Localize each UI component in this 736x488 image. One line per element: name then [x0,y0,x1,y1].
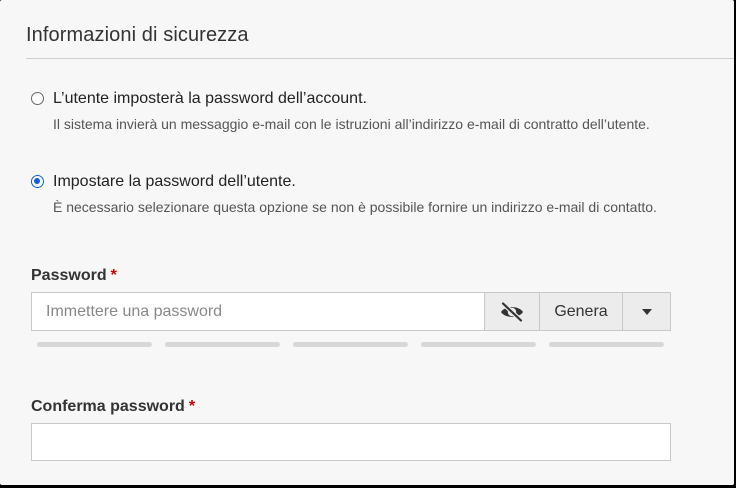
password-input-group: Genera [31,292,671,331]
option-description: È necessario selezionare questa opzione … [53,199,657,215]
strength-segment [293,342,408,347]
password-input[interactable] [32,293,484,330]
confirm-password-input[interactable] [31,423,671,461]
title-divider [26,58,734,59]
option-user-sets-password[interactable]: L’utente imposterà la password dell’acco… [31,89,673,135]
option-label[interactable]: L’utente imposterà la password dell’acco… [53,89,673,109]
confirm-password-label: Conferma password * [31,398,195,416]
generate-options-button[interactable] [622,293,670,330]
toggle-visibility-button[interactable] [484,293,539,330]
strength-segment [165,342,280,347]
option-label[interactable]: Impostare la password dell’utente. [53,172,673,192]
section-title: Informazioni di sicurezza [26,24,249,46]
eye-slash-icon [500,301,524,322]
option-text: L’utente imposterà la password dell’acco… [53,89,673,135]
caret-down-icon [641,308,652,315]
radio-button[interactable] [31,92,44,105]
confirm-password-label-text: Conferma password [31,398,185,415]
password-label-text: Password [31,267,107,284]
required-mark: * [110,267,117,284]
strength-segment [37,342,152,347]
security-info-panel: Informazioni di sicurezza L’utente impos… [0,0,734,485]
radio-button-selected[interactable] [31,175,44,188]
strength-segment [421,342,536,347]
strength-segment [549,342,664,347]
option-description: Il sistema invierà un messaggio e-mail c… [53,116,650,132]
required-mark: * [188,398,196,415]
option-text: Impostare la password dell’utente. È nec… [53,172,673,218]
generate-button[interactable]: Genera [539,293,622,330]
password-label: Password * [31,267,117,285]
password-strength-meter [37,342,664,347]
option-set-user-password[interactable]: Impostare la password dell’utente. È nec… [31,172,673,218]
